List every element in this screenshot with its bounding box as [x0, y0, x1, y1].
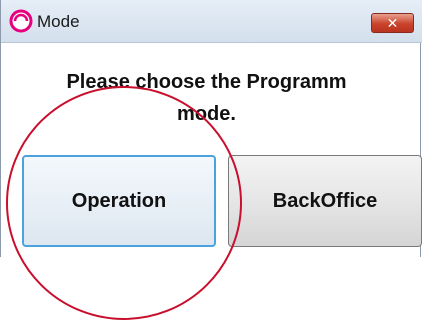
close-icon: ✕: [386, 15, 399, 31]
backoffice-button[interactable]: BackOffice: [228, 155, 422, 247]
window-title: Mode: [37, 12, 80, 31]
operation-button-label: Operation: [71, 189, 167, 212]
title-bar[interactable]: Mode ✕: [1, 0, 422, 43]
backoffice-button-label: BackOffice: [272, 189, 378, 212]
prompt-message-line-1: Please choose the Programm: [66, 71, 347, 93]
app-logo-icon: [9, 9, 33, 33]
operation-button[interactable]: Operation: [22, 155, 216, 247]
prompt-message: Please choose the Programm mode.: [14, 66, 399, 130]
prompt-message-line-2: mode.: [177, 103, 236, 125]
close-button[interactable]: ✕: [371, 13, 414, 33]
